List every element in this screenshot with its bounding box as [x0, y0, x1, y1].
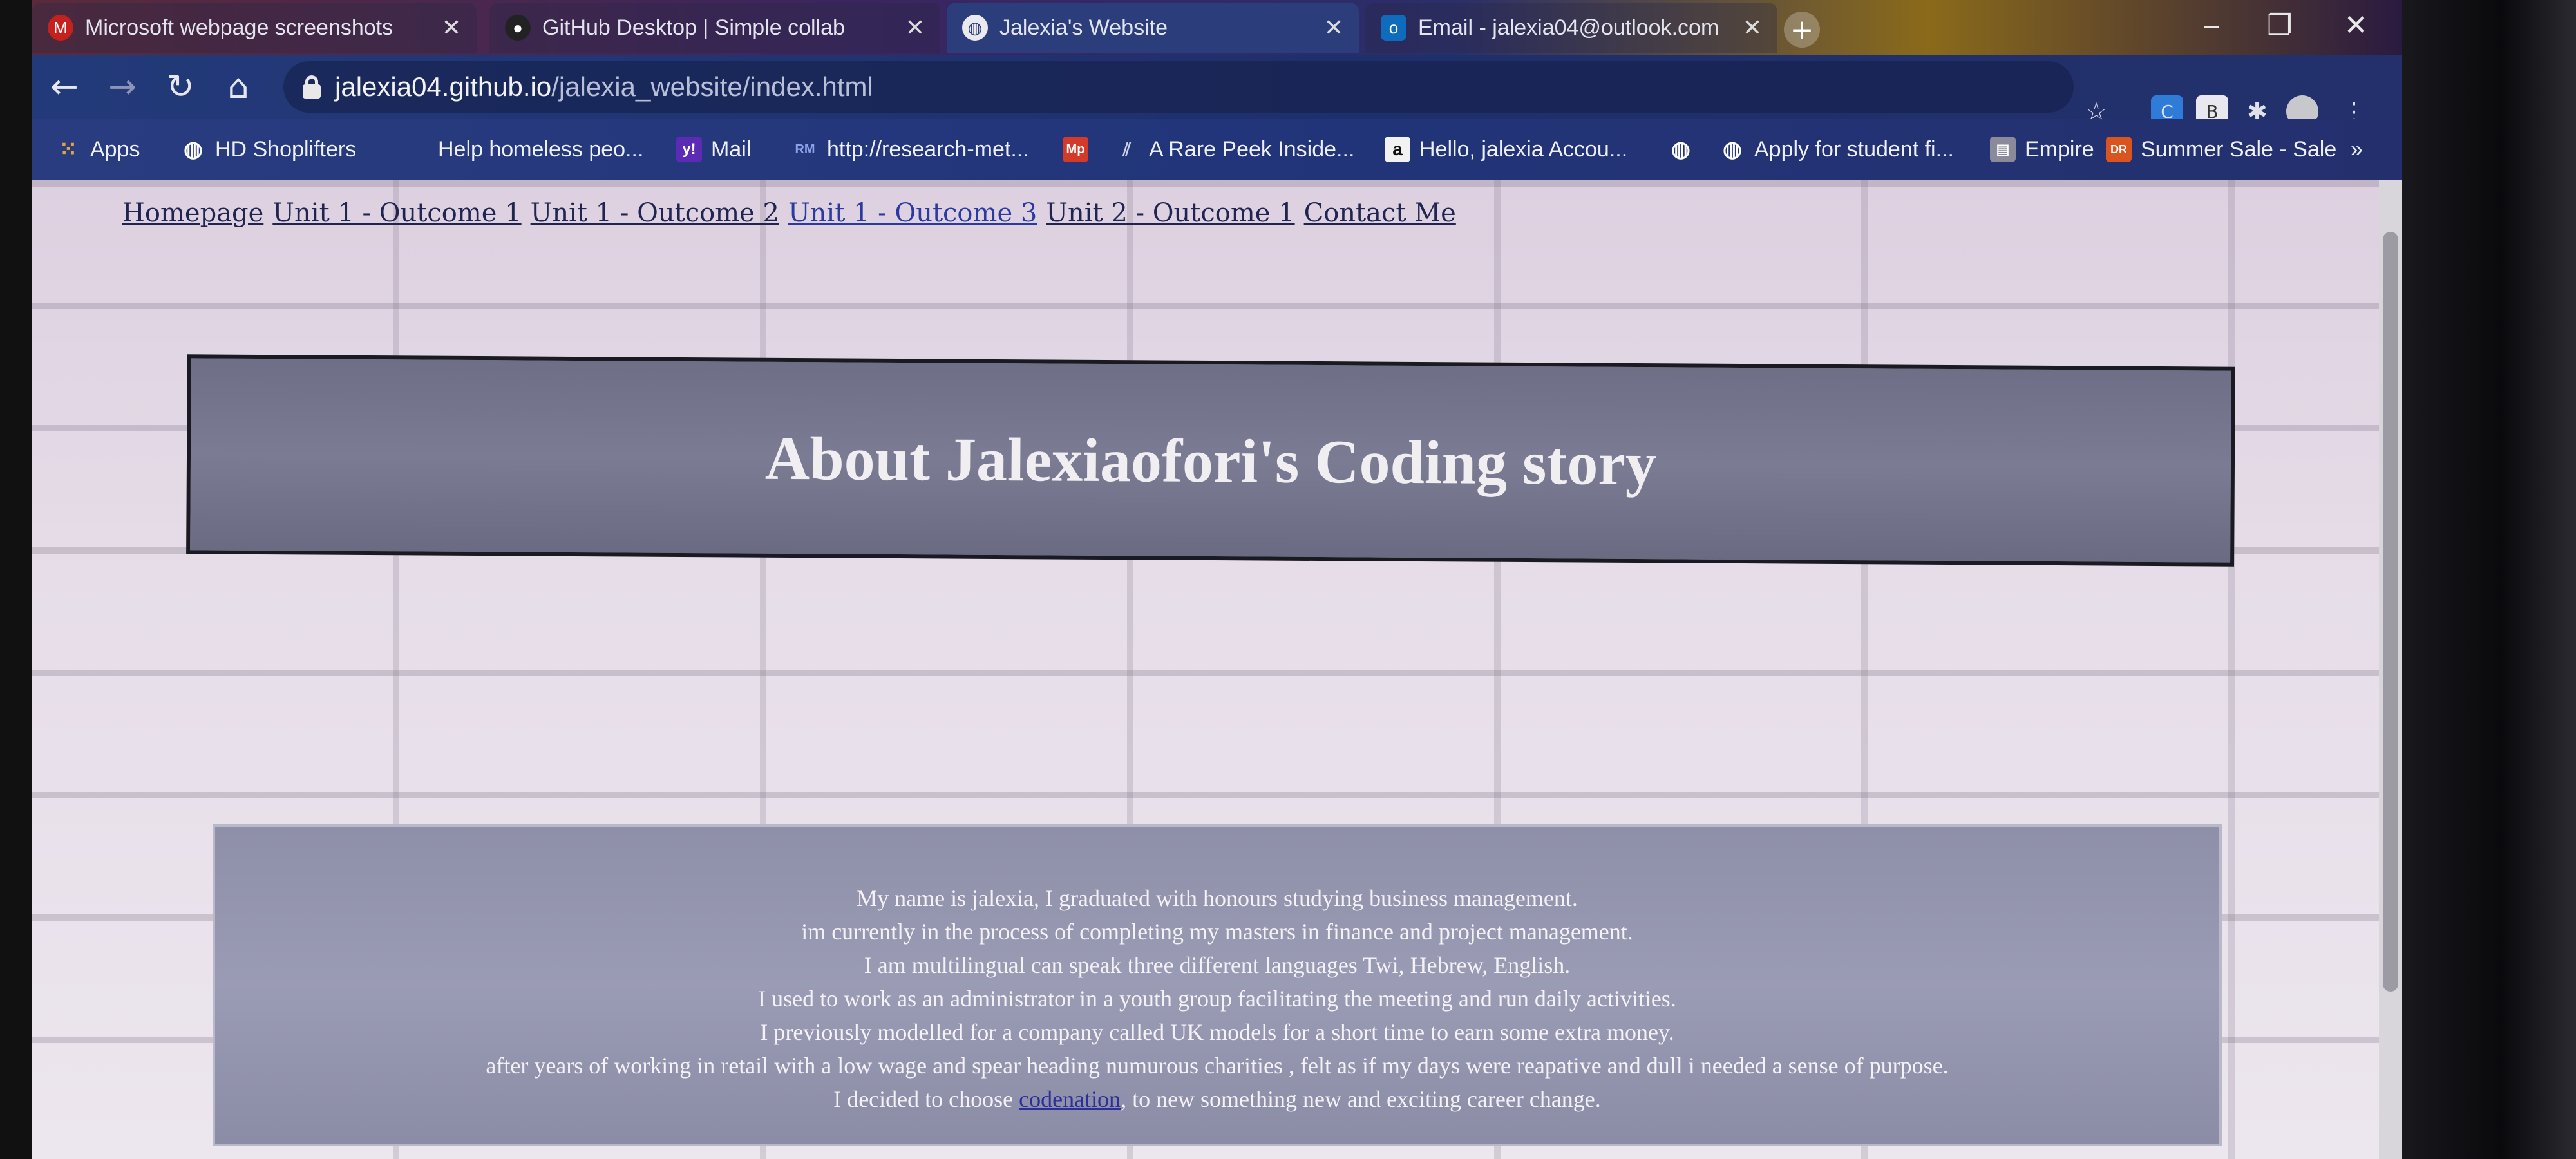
maximize-button[interactable]: ❐ — [2267, 9, 2292, 42]
bookmarks-bar: ⁙ Apps ◍ HD Shoplifters Help homeless pe… — [32, 119, 2402, 180]
bookmark-research-methods[interactable]: RM http://research-met... — [792, 133, 1028, 165]
about-line: I am multilingual can speak three differ… — [864, 952, 1571, 978]
nav-link-homepage[interactable]: Homepage — [122, 198, 263, 228]
about-line-last: I decided to choose codenation, to new s… — [833, 1086, 1601, 1112]
about-line: after years of working in retail with a … — [486, 1053, 1949, 1079]
minimize-button[interactable]: ‒ — [2202, 9, 2221, 42]
mp-icon: Mp — [1063, 137, 1088, 162]
about-line: My name is jalexia, I graduated with hon… — [857, 885, 1578, 911]
tab-strip: M Microsoft webpage screenshots ✕ ● GitH… — [32, 0, 2402, 55]
about-line: I used to work as an administrator in a … — [758, 986, 1676, 1012]
tab-microsoft-screenshots[interactable]: M Microsoft webpage screenshots ✕ — [32, 3, 477, 53]
tab-jalexias-website[interactable]: ◍ Jalexia's Website ✕ — [947, 3, 1359, 53]
home-button[interactable]: ⌂ — [219, 68, 258, 106]
about-line: im currently in the process of completin… — [801, 919, 1633, 945]
bookmark-help-homeless[interactable]: Help homeless peo... — [438, 133, 643, 165]
nav-link-contact-me[interactable]: Contact Me — [1304, 198, 1456, 228]
globe-icon: ◍ — [184, 137, 203, 162]
bookmark-student-finance[interactable]: ◍ Apply for student fi... — [1719, 133, 1954, 165]
bookmark-mp[interactable]: Mp — [1063, 133, 1088, 165]
site-nav: Homepage Unit 1 - Outcome 1 Unit 1 - Out… — [122, 198, 1456, 228]
close-tab-icon[interactable]: ✕ — [442, 14, 461, 41]
lock-icon[interactable] — [303, 75, 321, 99]
yahoo-mail-icon: y! — [676, 137, 702, 162]
browser-toolbar: ← → ↻ ⌂ jalexia04.github.io/jalexia_webs… — [32, 55, 2402, 119]
tab-outlook-email[interactable]: o Email - jalexia04@outlook.com ✕ — [1365, 3, 1777, 53]
close-tab-icon[interactable]: ✕ — [905, 14, 925, 41]
photo-frame-right — [2389, 0, 2576, 1159]
bookmark-hd-shoplifters[interactable]: ◍ HD Shoplifters — [180, 133, 356, 165]
reload-button[interactable]: ↻ — [161, 68, 200, 106]
outlook-icon: o — [1381, 15, 1406, 41]
nav-link-unit1-outcome2[interactable]: Unit 1 - Outcome 2 — [531, 198, 779, 228]
bookmark-rare-peek[interactable]: ⫽ A Rare Peek Inside... — [1114, 133, 1355, 165]
bookmark-globe[interactable]: ◍ — [1668, 133, 1694, 165]
about-section: My name is jalexia, I graduated with hon… — [213, 824, 2222, 1146]
back-button[interactable]: ← — [45, 68, 84, 106]
lines-icon: ⫽ — [1122, 138, 1132, 159]
globe-icon: ◍ — [1723, 137, 1742, 162]
nav-link-unit1-outcome3[interactable]: Unit 1 - Outcome 3 — [788, 198, 1037, 228]
empire-icon: ▤ — [1990, 137, 2016, 162]
close-window-button[interactable]: ✕ — [2344, 9, 2368, 42]
bookmark-mail[interactable]: y! Mail — [676, 133, 751, 165]
photo-frame-left — [0, 0, 32, 1159]
bookmark-amazon-account[interactable]: a Hello, jalexia Accou... — [1385, 133, 1627, 165]
url-path: /jalexia_website/index.html — [551, 71, 873, 102]
rm-icon: RM — [795, 142, 815, 156]
bookmark-summer-sale[interactable]: DR Summer Sale - Sale — [2106, 133, 2336, 165]
scrollbar-thumb[interactable] — [2383, 232, 2398, 992]
close-tab-icon[interactable]: ✕ — [1743, 14, 1762, 41]
tab-github-desktop[interactable]: ● GitHub Desktop | Simple collab ✕ — [489, 3, 940, 53]
bookmark-apps[interactable]: ⁙ Apps — [55, 133, 140, 165]
page-title: About Jalexiaofori's Coding story — [764, 423, 1657, 498]
globe-icon: ◍ — [1671, 137, 1690, 162]
new-tab-button[interactable]: + — [1784, 12, 1820, 48]
browser-window: M Microsoft webpage screenshots ✕ ● GitH… — [32, 0, 2402, 1159]
bookmarks-overflow-button[interactable]: » — [2351, 133, 2363, 165]
apps-grid-icon: ⁙ — [59, 137, 78, 162]
github-icon: ● — [505, 15, 531, 41]
page-viewport: Homepage Unit 1 - Outcome 1 Unit 1 - Out… — [32, 180, 2402, 1159]
heading-banner: About Jalexiaofori's Coding story — [186, 354, 2235, 567]
gmail-icon: M — [48, 15, 73, 41]
url-host: jalexia04.github.io — [335, 71, 552, 102]
address-bar[interactable]: jalexia04.github.io/jalexia_website/inde… — [283, 61, 2074, 113]
nav-link-unit2-outcome1[interactable]: Unit 2 - Outcome 1 — [1046, 198, 1294, 228]
close-tab-icon[interactable]: ✕ — [1324, 14, 1343, 41]
amazon-icon: a — [1385, 137, 1410, 162]
vertical-scrollbar[interactable] — [2379, 180, 2402, 1159]
dr-icon: DR — [2106, 137, 2132, 162]
codenation-link[interactable]: codenation — [1019, 1086, 1121, 1112]
forward-button[interactable]: → — [103, 68, 142, 106]
nav-link-unit1-outcome1[interactable]: Unit 1 - Outcome 1 — [272, 198, 521, 228]
globe-icon: ◍ — [962, 15, 988, 41]
bookmark-empire[interactable]: ▤ Empire — [1990, 133, 2094, 165]
about-line: I previously modelled for a company call… — [760, 1019, 1674, 1045]
